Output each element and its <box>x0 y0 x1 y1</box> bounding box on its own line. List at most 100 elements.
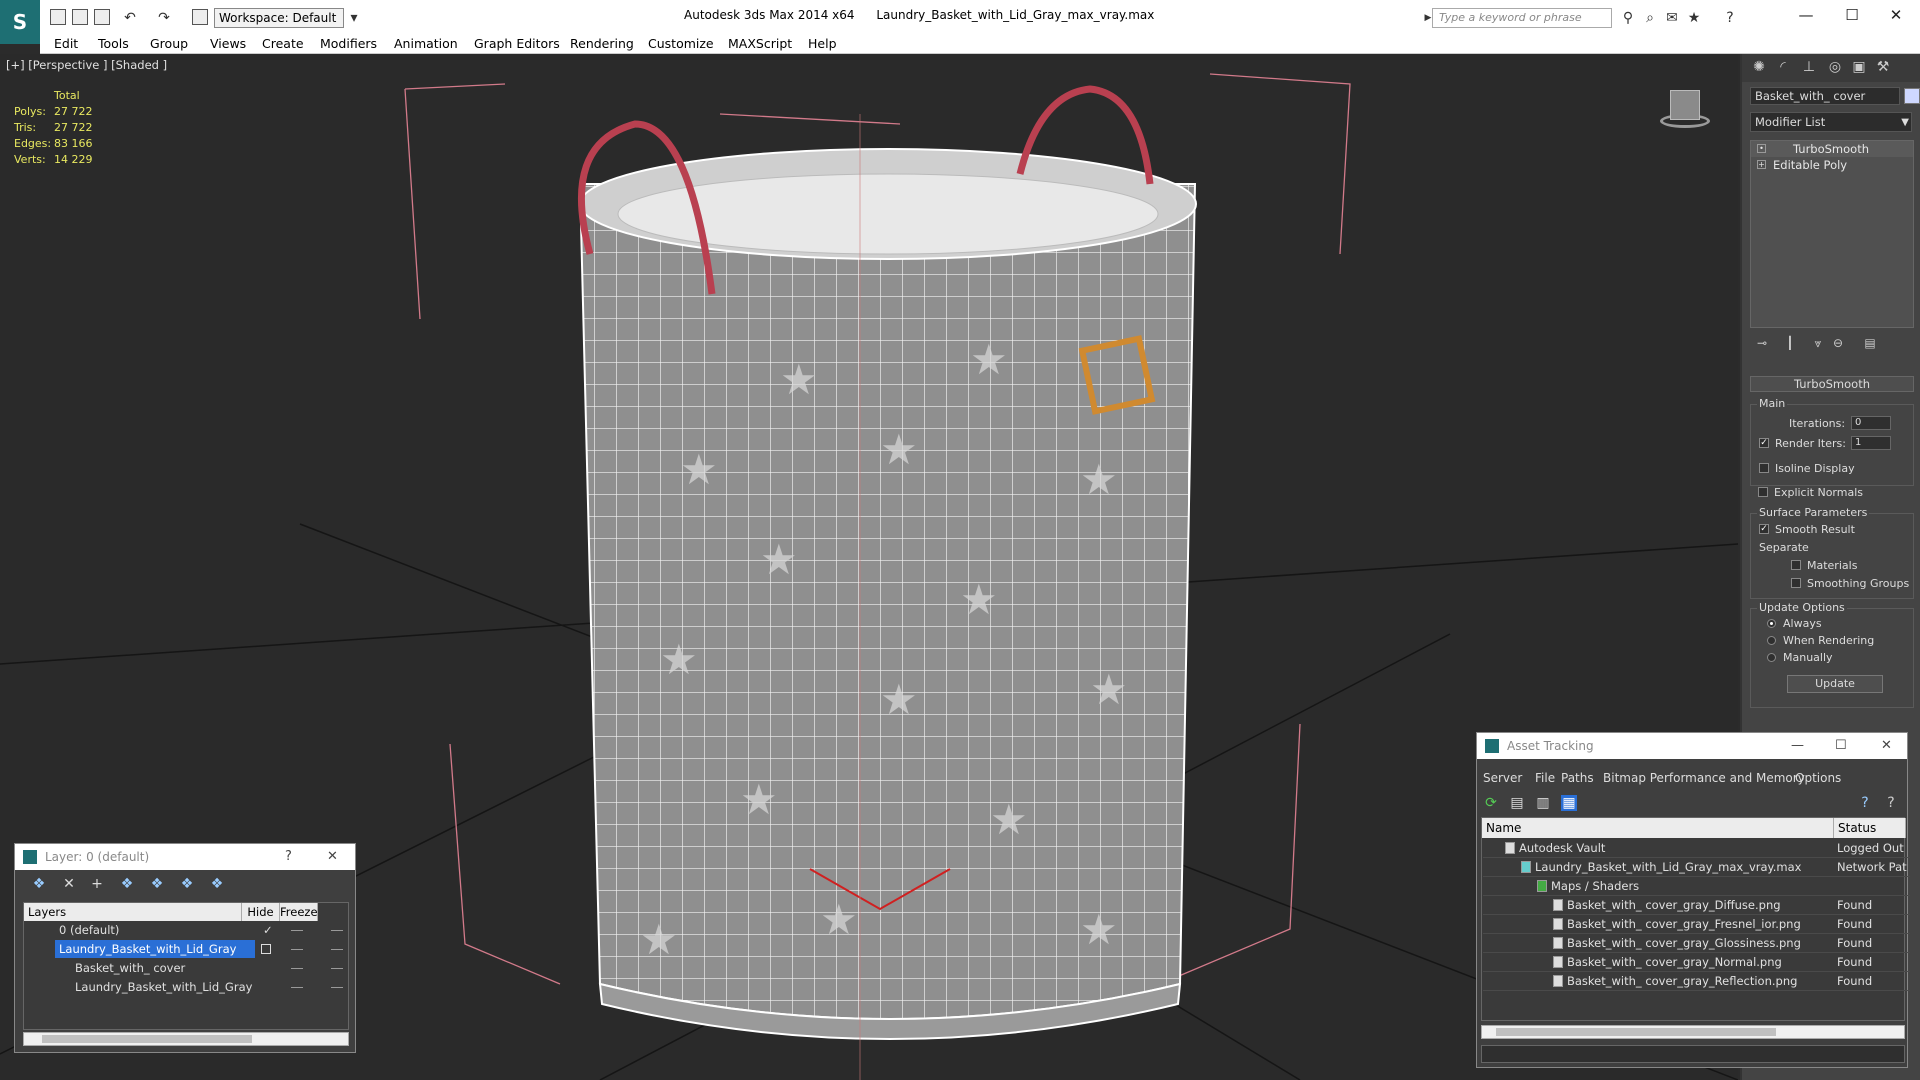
modify-tab-icon[interactable]: ◜ <box>1772 59 1794 79</box>
layer-dialog-title-bar[interactable]: Layer: 0 (default) <box>15 844 355 870</box>
pin-stack-icon[interactable]: ⊸ <box>1752 336 1772 350</box>
freeze-column-header[interactable]: Freeze <box>280 903 318 921</box>
help-icon[interactable]: ? <box>1722 10 1738 26</box>
asset-path-field[interactable] <box>1481 1045 1905 1063</box>
menu-create[interactable]: Create <box>262 36 304 51</box>
select-objects-icon[interactable]: ❖ <box>119 876 135 892</box>
asset-row[interactable]: Basket_with_ cover_gray_Normal.png Found <box>1483 953 1910 972</box>
iterations-spinner[interactable]: 0 <box>1851 416 1891 430</box>
configure-sets-icon[interactable]: ▤ <box>1860 336 1880 350</box>
menu-file[interactable]: File <box>1535 771 1555 785</box>
object-color-swatch[interactable] <box>1904 88 1920 104</box>
refresh-icon[interactable]: ⟳ <box>1483 795 1499 811</box>
layer-row[interactable]: Basket_with_ cover <box>25 959 351 978</box>
freeze-all-icon[interactable]: ❖ <box>209 876 225 892</box>
lightbulb-icon[interactable]: • <box>1757 144 1766 153</box>
menu-bitmap-performance[interactable]: Bitmap Performance and Memory <box>1603 771 1805 785</box>
layer-horizontal-scrollbar[interactable] <box>23 1032 349 1046</box>
menu-maxscript[interactable]: MAXScript <box>728 36 792 51</box>
maximize-icon[interactable]: ☐ <box>1832 4 1872 26</box>
close-icon[interactable]: ✕ <box>327 844 338 870</box>
utilities-tab-icon[interactable]: ⚒ <box>1872 59 1894 79</box>
update-button[interactable]: Update <box>1787 675 1883 693</box>
layer-row[interactable]: Laundry_Basket_with_Lid_Gray <box>25 978 351 997</box>
menu-customize[interactable]: Customize <box>648 36 714 51</box>
menu-modifiers[interactable]: Modifiers <box>320 36 377 51</box>
highlight-layer-icon[interactable]: ❖ <box>149 876 165 892</box>
create-tab-icon[interactable]: ✺ <box>1748 59 1770 79</box>
asset-row[interactable]: Basket_with_ cover_gray_Glossiness.png Fo… <box>1483 934 1910 953</box>
close-icon[interactable]: ✕ <box>1876 4 1916 26</box>
expand-icon[interactable]: + <box>1757 160 1766 169</box>
minimize-icon[interactable]: — <box>1791 733 1804 759</box>
detail-view-icon[interactable]: ▥ <box>1535 795 1551 811</box>
make-unique-icon[interactable]: ⩔ <box>1808 336 1828 351</box>
menu-options[interactable]: Options <box>1795 771 1841 785</box>
render-iters-checkbox[interactable]: ✓ <box>1759 438 1769 448</box>
isoline-display-checkbox[interactable] <box>1759 463 1769 473</box>
menu-tools[interactable]: Tools <box>98 36 129 51</box>
name-column-header[interactable]: Name <box>1482 818 1834 838</box>
menu-views[interactable]: Views <box>210 36 246 51</box>
table-view-icon[interactable]: ▦ <box>1561 795 1577 811</box>
modifier-list-dropdown[interactable]: Modifier List ▼ <box>1750 112 1912 132</box>
asset-row[interactable]: Basket_with_ cover_gray_Fresnel_ior.png F… <box>1483 915 1910 934</box>
menu-graph-editors[interactable]: Graph Editors <box>474 36 560 51</box>
open-file-icon[interactable] <box>72 9 88 25</box>
hierarchy-tab-icon[interactable]: ⊥ <box>1798 59 1820 79</box>
save-file-icon[interactable] <box>94 9 110 25</box>
viewport-label[interactable]: [+] [Perspective ] [Shaded ] <box>6 58 167 72</box>
asset-row[interactable]: Basket_with_ cover_gray_Diffuse.png Found <box>1483 896 1910 915</box>
asset-row[interactable]: Autodesk Vault Logged Out <box>1483 839 1910 858</box>
menu-server[interactable]: Server <box>1483 771 1522 785</box>
remove-modifier-icon[interactable]: ⊖ <box>1828 336 1848 350</box>
vault-help-icon[interactable]: ? <box>1857 795 1873 811</box>
delete-layer-icon[interactable]: ✕ <box>61 876 77 892</box>
materials-checkbox[interactable] <box>1791 560 1801 570</box>
menu-group[interactable]: Group <box>150 36 188 51</box>
redo-icon[interactable]: ↷ <box>156 10 172 26</box>
search-icon[interactable]: ⌕ <box>1642 10 1658 26</box>
stack-item-editable-poly[interactable]: + Editable Poly <box>1751 157 1913 173</box>
hide-all-icon[interactable]: ❖ <box>179 876 195 892</box>
add-to-layer-icon[interactable]: + <box>89 876 105 892</box>
close-icon[interactable]: ✕ <box>1881 733 1892 759</box>
turbosmooth-rollout-header[interactable]: TurboSmooth <box>1750 376 1914 392</box>
menu-edit[interactable]: Edit <box>54 36 78 51</box>
create-layer-icon[interactable]: ❖ <box>31 876 47 892</box>
menu-help[interactable]: Help <box>808 36 837 51</box>
app-logo-icon[interactable]: S <box>0 0 40 44</box>
asset-row[interactable]: Maps / Shaders <box>1483 877 1910 896</box>
when-rendering-radio[interactable] <box>1767 636 1776 645</box>
favorites-star-icon[interactable]: ★ <box>1686 10 1702 26</box>
settings-help-icon[interactable]: ? <box>1883 795 1899 811</box>
asset-row[interactable]: Basket_with_ cover_gray_Reflection.png Fo… <box>1483 972 1910 991</box>
status-column-header[interactable]: Status <box>1834 818 1906 838</box>
hide-column-header[interactable]: Hide <box>242 903 280 921</box>
show-end-result-icon[interactable]: ┃ <box>1780 336 1800 350</box>
maximize-icon[interactable]: ☐ <box>1835 733 1847 759</box>
help-button[interactable]: ? <box>285 844 292 870</box>
manually-radio[interactable] <box>1767 653 1776 662</box>
asset-horizontal-scrollbar[interactable] <box>1481 1025 1905 1039</box>
render-iters-spinner[interactable]: 1 <box>1851 436 1891 450</box>
list-view-icon[interactable]: ▤ <box>1509 795 1525 811</box>
display-tab-icon[interactable]: ▣ <box>1848 59 1870 79</box>
menu-animation[interactable]: Animation <box>394 36 458 51</box>
layers-column-header[interactable]: Layers <box>24 903 242 921</box>
search-input[interactable]: Type a keyword or phrase <box>1432 8 1612 28</box>
always-radio[interactable] <box>1767 619 1776 628</box>
current-layer-icon[interactable] <box>261 944 271 954</box>
explicit-normals-checkbox[interactable] <box>1758 487 1768 497</box>
communication-icon[interactable]: ✉ <box>1664 10 1680 26</box>
layer-row[interactable]: Laundry_Basket_with_Lid_Gray <box>25 940 351 959</box>
project-folder-icon[interactable] <box>192 9 208 25</box>
binoculars-icon[interactable]: ⚲ <box>1620 10 1636 26</box>
smooth-result-checkbox[interactable]: ✓ <box>1759 524 1769 534</box>
workspace-dropdown[interactable]: Workspace: Default <box>214 8 344 28</box>
menu-paths[interactable]: Paths <box>1561 771 1594 785</box>
layer-row[interactable]: 0 (default) ✓ <box>25 921 351 940</box>
undo-icon[interactable]: ↶ <box>122 10 138 26</box>
stack-item-turbosmooth[interactable]: • TurboSmooth <box>1751 141 1913 157</box>
minimize-icon[interactable]: — <box>1786 4 1826 26</box>
